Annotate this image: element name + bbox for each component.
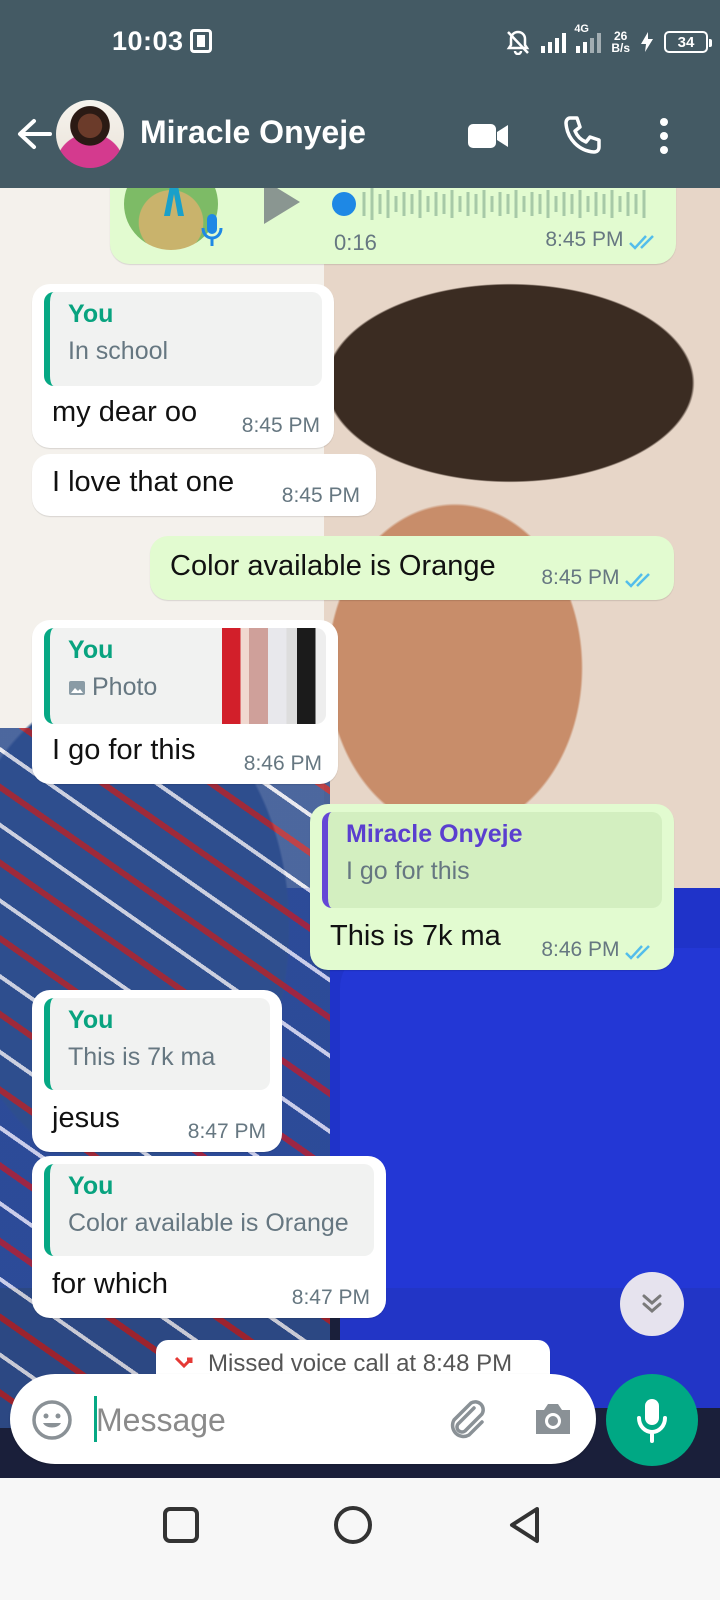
message-meta: 8:45 PM bbox=[541, 566, 658, 590]
photo-thumbnail[interactable] bbox=[222, 628, 326, 724]
voice-note-bubble[interactable]: 0:16 8:45 PM bbox=[110, 188, 676, 264]
status-right-group: 4G 26 B/s 34 bbox=[505, 23, 712, 60]
chat-area[interactable]: 0:16 8:45 PM You In school my dear oo 8:… bbox=[0, 188, 720, 1478]
reply-quote[interactable]: You Color available is Orange bbox=[44, 1164, 374, 1256]
voice-note-meta: 8:45 PM bbox=[545, 228, 662, 252]
message-time: 8:46 PM bbox=[541, 938, 620, 961]
phone-icon[interactable] bbox=[560, 114, 604, 158]
quote-author: You bbox=[68, 1172, 114, 1200]
message-time: 8:46 PM bbox=[243, 752, 322, 775]
quote-author: You bbox=[68, 300, 114, 328]
message-text: I love that one bbox=[52, 466, 235, 498]
system-nav-bar bbox=[0, 1478, 720, 1600]
message-text: jesus bbox=[52, 1102, 120, 1134]
message-bubble-incoming[interactable]: You This is 7k ma jesus 8:47 PM bbox=[32, 990, 282, 1152]
message-bubble-incoming[interactable]: I love that one 8:45 PM bbox=[32, 454, 376, 516]
square-nav-icon[interactable] bbox=[158, 1502, 204, 1548]
chat-header: Miracle Onyeje bbox=[0, 100, 720, 172]
contact-avatar[interactable] bbox=[56, 100, 124, 168]
circle-nav-icon[interactable] bbox=[330, 1502, 376, 1548]
mic-icon bbox=[201, 214, 223, 246]
back-arrow-icon[interactable] bbox=[14, 114, 54, 154]
read-ticks-icon bbox=[625, 572, 650, 588]
scroll-down-icon bbox=[642, 1294, 662, 1313]
emoji-icon[interactable] bbox=[30, 1398, 74, 1442]
quote-text: In school bbox=[68, 337, 169, 365]
contact-name[interactable]: Miracle Onyeje bbox=[140, 114, 366, 151]
message-text: I go for this bbox=[52, 734, 196, 766]
attach-icon[interactable] bbox=[444, 1396, 490, 1442]
more-vert-icon[interactable] bbox=[642, 114, 686, 158]
status-bar: 10:03 4G 26 B/s 34 bbox=[0, 22, 720, 62]
quote-text: I go for this bbox=[346, 857, 470, 885]
mute-bell-icon bbox=[506, 30, 530, 55]
battery-indicator: 34 bbox=[664, 31, 712, 53]
waveform[interactable] bbox=[330, 188, 660, 228]
screenshot-icon bbox=[190, 29, 212, 53]
message-time: 8:45 PM bbox=[545, 228, 624, 251]
message-meta: 8:46 PM bbox=[541, 938, 658, 962]
message-text: Color available is Orange bbox=[170, 550, 496, 582]
video-call-icon[interactable] bbox=[466, 114, 510, 158]
play-icon[interactable] bbox=[260, 188, 302, 226]
message-time: 8:45 PM bbox=[241, 414, 320, 437]
message-text: for which bbox=[52, 1268, 169, 1300]
message-bubble-outgoing[interactable]: Miracle Onyeje I go for this This is 7k … bbox=[310, 804, 674, 970]
quote-author: Miracle Onyeje bbox=[346, 820, 523, 848]
reply-quote[interactable]: You Photo bbox=[44, 628, 326, 724]
message-time: 8:47 PM bbox=[187, 1120, 266, 1143]
message-text: This is 7k ma bbox=[330, 920, 501, 952]
voice-record-button[interactable] bbox=[606, 1374, 698, 1466]
message-bubble-incoming[interactable]: You Photo I go for this 8:46 PM bbox=[32, 620, 338, 784]
message-bubble-outgoing[interactable]: Color available is Orange 8:45 PM bbox=[150, 536, 674, 600]
triangle-nav-icon[interactable] bbox=[502, 1502, 548, 1548]
message-bubble-incoming[interactable]: You Color available is Orange for which … bbox=[32, 1156, 386, 1318]
quote-author: You bbox=[68, 1006, 114, 1034]
read-ticks-icon bbox=[629, 234, 654, 250]
missed-call-icon bbox=[174, 1356, 193, 1369]
photo-icon bbox=[69, 681, 85, 695]
message-bubble-incoming[interactable]: You In school my dear oo 8:45 PM bbox=[32, 284, 334, 448]
app-bar: 10:03 4G 26 B/s 34 Miracle Onyeje bbox=[0, 0, 720, 188]
message-input[interactable] bbox=[96, 1392, 416, 1448]
reply-quote[interactable]: You This is 7k ma bbox=[44, 998, 270, 1090]
reply-quote[interactable]: Miracle Onyeje I go for this bbox=[322, 812, 662, 908]
voice-note-duration: 0:16 bbox=[334, 230, 377, 255]
reply-quote[interactable]: You In school bbox=[44, 292, 322, 386]
message-text: my dear oo bbox=[52, 396, 198, 428]
signal-4g-icon: 4G bbox=[574, 23, 602, 53]
status-time: 10:03 bbox=[112, 26, 184, 56]
mic-icon bbox=[637, 1399, 667, 1443]
signal-icon bbox=[541, 31, 567, 53]
scroll-down-button[interactable] bbox=[620, 1272, 684, 1336]
charging-icon bbox=[641, 32, 653, 52]
data-speed: 26 B/s bbox=[611, 29, 630, 55]
quote-text: This is 7k ma bbox=[68, 1043, 216, 1071]
quote-text: Color available is Orange bbox=[68, 1209, 349, 1237]
message-time: 8:47 PM bbox=[291, 1286, 370, 1309]
camera-icon[interactable] bbox=[530, 1396, 576, 1442]
message-time: 8:45 PM bbox=[541, 566, 620, 589]
composer bbox=[10, 1374, 596, 1464]
message-time: 8:45 PM bbox=[281, 484, 360, 507]
read-ticks-icon bbox=[625, 944, 650, 960]
